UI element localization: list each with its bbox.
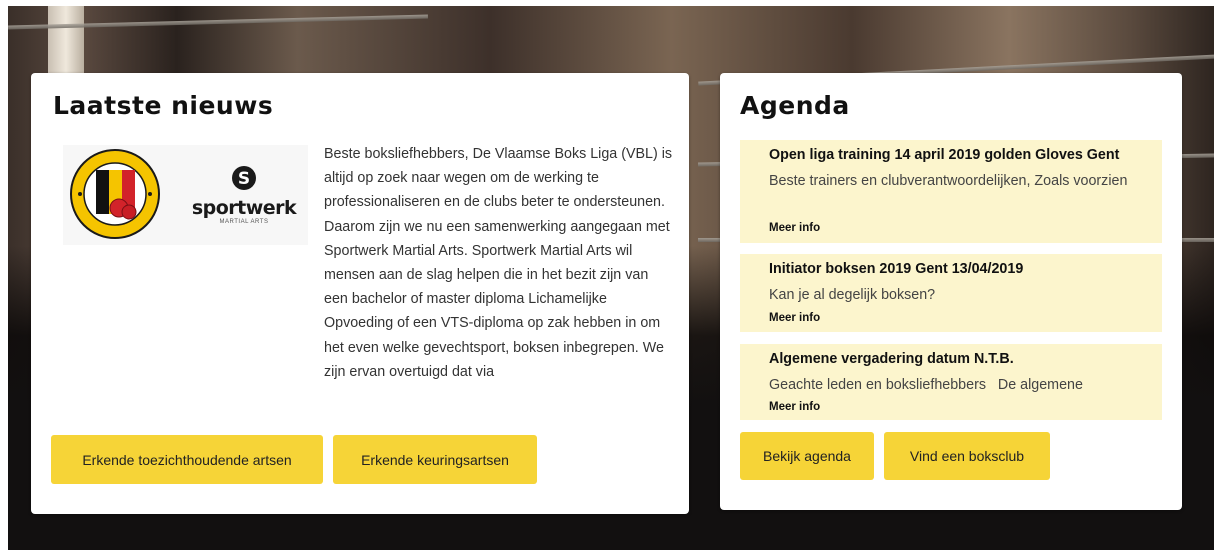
news-image[interactable]: S sportwerk MARTIAL ARTS — [63, 145, 308, 245]
news-card: Laatste nieuws S sportwerk MARTIAL ARTS … — [31, 73, 689, 514]
news-title: Laatste nieuws — [53, 91, 274, 120]
sportwerk-logo: S sportwerk MARTIAL ARTS — [189, 165, 299, 226]
agenda-item-title[interactable]: Open liga training 14 april 2019 golden … — [769, 146, 1119, 164]
bekijk-agenda-button[interactable]: Bekijk agenda — [740, 432, 874, 480]
meer-info-link[interactable]: Meer info — [769, 401, 820, 413]
agenda-item[interactable]: Algemene vergadering datum N.T.B. Geacht… — [740, 344, 1162, 420]
sportwerk-icon-letter: S — [238, 169, 250, 189]
sportwerk-s-icon: S — [232, 166, 256, 190]
agenda-item-title[interactable]: Initiator boksen 2019 Gent 13/04/2019 — [769, 260, 1023, 278]
agenda-item-title[interactable]: Algemene vergadering datum N.T.B. — [769, 350, 1014, 368]
erkende-toezichthoudende-artsen-button[interactable]: Erkende toezichthoudende artsen — [51, 435, 323, 484]
agenda-item-description: Beste trainers en clubverantwoordelijken… — [769, 173, 1128, 189]
agenda-item-description: Kan je al degelijk boksen? — [769, 287, 936, 303]
vind-een-boksclub-button[interactable]: Vind een boksclub — [884, 432, 1050, 480]
erkende-keuringsartsen-button[interactable]: Erkende keuringsartsen — [333, 435, 537, 484]
meer-info-link[interactable]: Meer info — [769, 222, 820, 234]
sportwerk-name: sportwerk — [191, 197, 297, 219]
news-excerpt: Beste boksliefhebbers, De Vlaamse Boks L… — [324, 146, 673, 380]
agenda-item[interactable]: Initiator boksen 2019 Gent 13/04/2019 Ka… — [740, 254, 1162, 332]
agenda-item[interactable]: Open liga training 14 april 2019 golden … — [740, 140, 1162, 243]
agenda-item-description: Geachte leden en boksliefhebbers De alge… — [769, 377, 1083, 393]
meer-info-link[interactable]: Meer info — [769, 312, 820, 324]
sportwerk-subtitle: MARTIAL ARTS — [219, 219, 269, 225]
agenda-title: Agenda — [740, 91, 850, 120]
agenda-card: Agenda Open liga training 14 april 2019 … — [720, 73, 1182, 510]
vbl-logo — [70, 149, 160, 239]
